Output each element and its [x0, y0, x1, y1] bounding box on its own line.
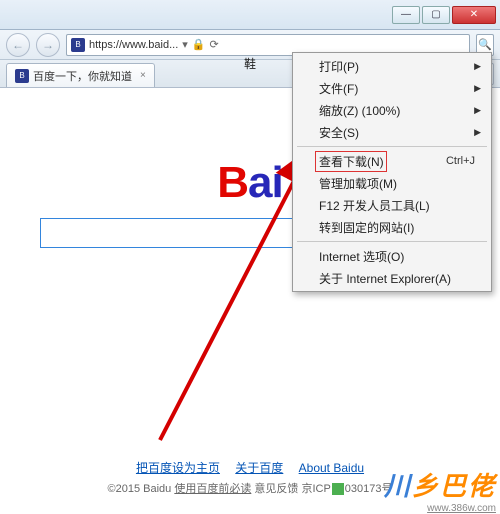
copyright-prefix: ©2015 Baidu [108, 483, 175, 495]
window-minimize-button[interactable]: — [392, 6, 420, 24]
tab-close-icon[interactable]: × [140, 70, 146, 81]
logo-letter-b: B [217, 158, 248, 208]
clipped-nav-text: 鞋 [244, 55, 256, 72]
menu-downloads-label: 查看下载(N) [319, 153, 384, 170]
menu-devtools-label: F12 开发人员工具(L) [319, 197, 430, 214]
footer-set-home-link[interactable]: 把百度设为主页 [136, 461, 220, 475]
beian-icon [332, 483, 344, 495]
tab-baidu[interactable]: B 百度一下，你就知道 × [6, 63, 155, 87]
menu-manage-addons[interactable]: 管理加载项(M) [295, 172, 489, 194]
menu-separator [297, 146, 487, 147]
menu-downloads-shortcut: Ctrl+J [446, 155, 475, 167]
tab-favicon: B [15, 69, 29, 83]
watermark-text-2: 乡巴佬 [412, 471, 496, 501]
tools-context-menu: 打印(P) ▶ 文件(F) ▶ 缩放(Z) (100%) ▶ 安全(S) ▶ 查看下载(… [292, 52, 492, 292]
tab-title: 百度一下，你就知道 [33, 68, 132, 84]
submenu-arrow-icon: ▶ [474, 61, 481, 72]
menu-safety[interactable]: 安全(S) ▶ [295, 121, 489, 143]
watermark-url: www.386w.com [384, 503, 496, 514]
refresh-icon[interactable]: ⟳ [210, 38, 219, 51]
menu-print-label: 打印(P) [319, 58, 359, 75]
menu-about-ie[interactable]: 关于 Internet Explorer(A) [295, 267, 489, 289]
nav-forward-button[interactable]: → [36, 33, 60, 57]
menu-options-label: Internet 选项(O) [319, 248, 404, 265]
menu-about-label: 关于 Internet Explorer(A) [319, 270, 451, 287]
nav-back-button[interactable]: ← [6, 33, 30, 57]
footer-about-cn-link[interactable]: 关于百度 [235, 461, 283, 475]
menu-dev-tools[interactable]: F12 开发人员工具(L) [295, 194, 489, 216]
menu-separator [297, 241, 487, 242]
menu-view-downloads[interactable]: 查看下载(N) Ctrl+J [295, 150, 489, 172]
copyright-feedback: 意见反馈 京ICP [251, 483, 330, 495]
window-titlebar: — ▢ ✕ [0, 0, 500, 30]
submenu-arrow-icon: ▶ [474, 105, 481, 116]
submenu-arrow-icon: ▶ [474, 127, 481, 138]
url-dropdown-icon[interactable]: ▾ [182, 38, 188, 51]
menu-print[interactable]: 打印(P) ▶ [295, 55, 489, 77]
copyright-read-link[interactable]: 使用百度前必读 [174, 483, 251, 495]
baidu-logo: B ai [217, 158, 282, 208]
menu-file-label: 文件(F) [319, 80, 358, 97]
menu-zoom[interactable]: 缩放(Z) (100%) ▶ [295, 99, 489, 121]
menu-pin-label: 转到固定的网站(I) [319, 219, 414, 236]
window-maximize-button[interactable]: ▢ [422, 6, 450, 24]
menu-addons-label: 管理加载项(M) [319, 175, 397, 192]
menu-internet-options[interactable]: Internet 选项(O) [295, 245, 489, 267]
menu-safety-label: 安全(S) [319, 124, 359, 141]
watermark-text-1: 川 [384, 471, 412, 501]
menu-pinned-sites[interactable]: 转到固定的网站(I) [295, 216, 489, 238]
menu-file[interactable]: 文件(F) ▶ [295, 77, 489, 99]
url-text: https://www.baid... [89, 39, 178, 51]
submenu-arrow-icon: ▶ [474, 83, 481, 94]
footer-about-en-link[interactable]: About Baidu [299, 461, 364, 475]
logo-letters-ai: ai [248, 158, 283, 208]
window-close-button[interactable]: ✕ [452, 6, 496, 24]
lock-icon: 🔒 [192, 38, 206, 51]
watermark: 川乡巴佬 www.386w.com [384, 466, 496, 514]
site-favicon: B [71, 38, 85, 52]
menu-zoom-label: 缩放(Z) (100%) [319, 102, 400, 119]
